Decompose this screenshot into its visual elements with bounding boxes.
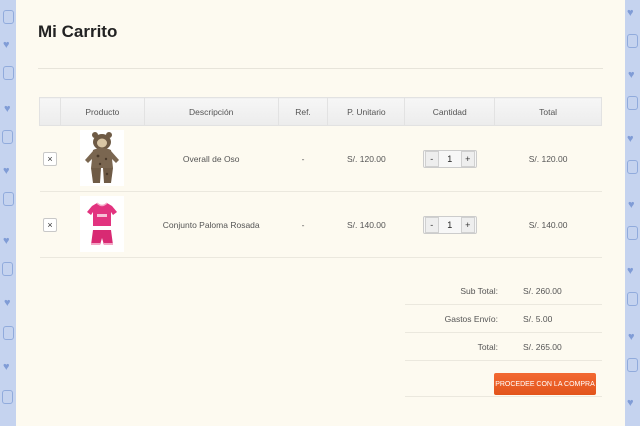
line-total-cell: S/. 140.00 bbox=[494, 191, 602, 258]
description-cell[interactable]: Overall de Oso bbox=[144, 125, 279, 192]
background-pattern-left: ♥ ♥ ♥ ♥ ♥ ♥ bbox=[0, 0, 16, 426]
order-totals: Sub Total: S/. 260.00 Gastos Envío: S/. … bbox=[405, 277, 602, 361]
background-pattern-right: ♥ ♥ ♥ ♥ ♥ ♥ ♥ bbox=[625, 0, 640, 426]
remove-cell: × bbox=[39, 125, 61, 192]
cart-panel: Mi Carrito Producto Descripción Ref. P. … bbox=[16, 0, 625, 426]
cart-row: × Conjunto Paloma Rosada - S/. 140.00 - … bbox=[39, 191, 602, 258]
quantity-cell: - + bbox=[404, 191, 495, 258]
quantity-stepper: - + bbox=[422, 215, 477, 234]
product-cell bbox=[60, 191, 145, 258]
quantity-input[interactable] bbox=[439, 217, 460, 232]
cart-row: × Overall de Oso - S/. 120.00 - 1 + S/. … bbox=[39, 125, 602, 192]
header-description: Descripción bbox=[143, 97, 279, 126]
shipping-label: Gastos Envío: bbox=[444, 314, 498, 324]
quantity-cell: - + bbox=[404, 125, 495, 192]
header-product: Producto bbox=[59, 97, 145, 126]
header-remove bbox=[39, 97, 61, 126]
cart-header-row: Producto Descripción Ref. P. Unitario Ca… bbox=[39, 97, 602, 126]
shipping-row: Gastos Envío: S/. 5.00 bbox=[405, 305, 602, 333]
quantity-input[interactable] bbox=[439, 151, 460, 166]
overall-oso-image[interactable] bbox=[80, 129, 125, 186]
product-cell bbox=[60, 125, 145, 192]
total-value: S/. 265.00 bbox=[523, 342, 562, 352]
remove-cell: × bbox=[39, 191, 61, 258]
ref-cell: - bbox=[278, 125, 328, 192]
subtotal-label: Sub Total: bbox=[460, 286, 498, 296]
total-row: Total: S/. 265.00 bbox=[405, 333, 602, 361]
header-total: Total bbox=[494, 97, 602, 126]
increase-quantity-button[interactable]: + bbox=[460, 216, 475, 233]
subtotal-value: S/. 260.00 bbox=[523, 286, 562, 296]
description-cell[interactable]: Conjunto Paloma Rosada bbox=[144, 191, 279, 258]
ref-cell: - bbox=[278, 191, 328, 258]
unit-price-cell: S/. 140.00 bbox=[327, 191, 405, 258]
decrease-quantity-button[interactable]: - bbox=[424, 150, 439, 167]
subtotal-row: Sub Total: S/. 260.00 bbox=[405, 277, 602, 305]
cart-table: Producto Descripción Ref. P. Unitario Ca… bbox=[39, 97, 602, 258]
remove-item-button[interactable]: × bbox=[42, 151, 57, 166]
header-ref: Ref. bbox=[277, 97, 329, 126]
decrease-quantity-button[interactable]: - bbox=[424, 216, 439, 233]
quantity-stepper: - + bbox=[422, 149, 477, 168]
shipping-value: S/. 5.00 bbox=[523, 314, 553, 324]
totals-bottom-divider bbox=[405, 396, 602, 397]
title-divider bbox=[38, 68, 603, 69]
unit-price-cell: S/. 120.00 bbox=[327, 125, 405, 192]
header-quantity: Cantidad bbox=[404, 97, 496, 126]
conjunto-paloma-image[interactable] bbox=[80, 195, 125, 252]
total-label: Total: bbox=[477, 342, 498, 352]
remove-item-button[interactable]: × bbox=[42, 217, 57, 232]
increase-quantity-button[interactable]: + bbox=[460, 150, 475, 167]
page-title: Mi Carrito bbox=[38, 22, 118, 41]
checkout-button[interactable]: PROCEDEE CON LA COMPRA bbox=[494, 373, 596, 395]
line-total-cell: S/. 120.00 bbox=[494, 125, 602, 192]
header-unit-price: P. Unitario bbox=[327, 97, 406, 126]
